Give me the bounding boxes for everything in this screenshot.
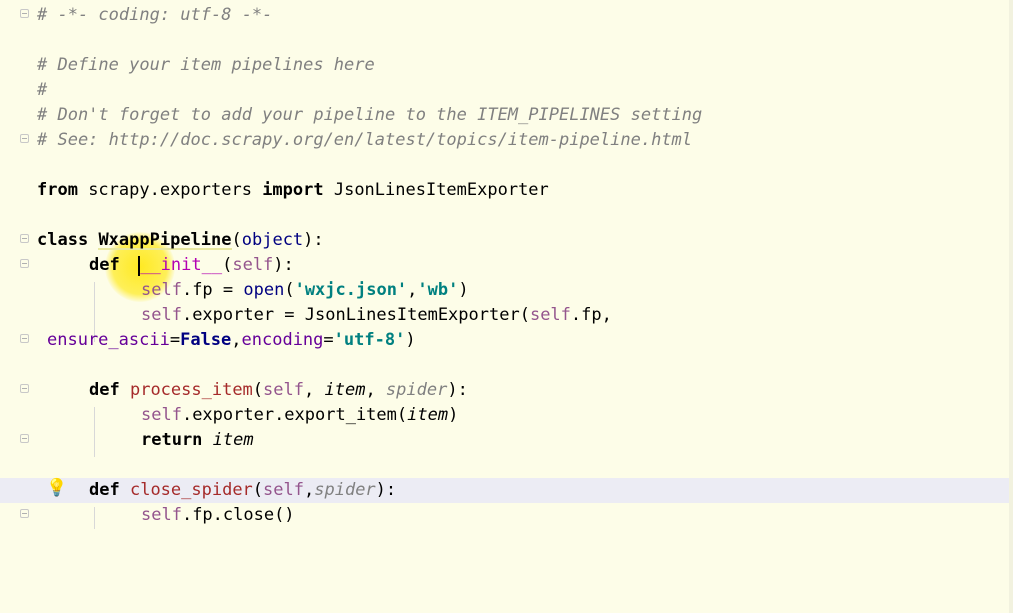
class-name: WxappPipeline — [98, 230, 232, 250]
code-line-1[interactable]: # -*- coding: utf-8 -*- — [0, 3, 1009, 28]
paren: ( — [252, 380, 264, 400]
paren: ): — [273, 255, 294, 275]
comment-line: # Define your item pipelines here — [37, 55, 375, 75]
code-line-4[interactable]: # — [0, 78, 1009, 103]
paren: ) — [458, 280, 469, 300]
keyword-return: return — [141, 430, 203, 450]
comma: , — [304, 480, 315, 500]
paren: ( — [252, 480, 264, 500]
code-line-11[interactable]: def __init__(self): — [0, 253, 1009, 278]
code-line-21[interactable]: self.fp.close() — [0, 503, 1009, 528]
paren: ) — [448, 405, 459, 425]
statement: return item — [141, 428, 254, 453]
code-editor[interactable]: # -*- coding: utf-8 -*- # Define your it… — [0, 0, 1013, 613]
attr-ref: .fp, — [570, 305, 612, 325]
paren: ): — [447, 380, 468, 400]
self-ref: self — [141, 505, 182, 525]
class-definition: class WxappPipeline(object): — [37, 228, 324, 253]
equals: = — [169, 330, 181, 350]
paren: ) — [405, 330, 416, 350]
module-name: scrapy.exporters — [77, 180, 263, 200]
paren: ( — [222, 255, 233, 275]
comma: , — [407, 280, 418, 300]
param-spider: spider — [385, 380, 448, 400]
method-name: __init__ — [140, 255, 223, 275]
code-line-18[interactable]: return item — [0, 428, 1009, 453]
statement: ensure_ascii=False,encoding='utf-8') — [47, 328, 416, 353]
kwarg-name: encoding — [241, 330, 324, 350]
kwarg-name: ensure_ascii — [47, 330, 170, 350]
param-item: item — [324, 380, 366, 400]
string-literal: 'utf-8' — [333, 330, 406, 350]
string-literal: 'wxjc.json' — [294, 280, 408, 300]
keyword-def: def — [89, 255, 120, 275]
code-line-17[interactable]: self.exporter.export_item(item) — [0, 403, 1009, 428]
statement: self.exporter = JsonLinesItemExporter(se… — [141, 303, 612, 328]
assign: .exporter = JsonLinesItemExporter( — [181, 305, 530, 325]
code-line-10[interactable]: class WxappPipeline(object): — [0, 228, 1009, 253]
statement: self.fp = open('wxjc.json','wb') — [141, 278, 469, 303]
equals: = — [323, 330, 334, 350]
keyword-import: import — [262, 180, 324, 200]
string-literal: 'wb' — [417, 280, 459, 300]
code-line-6[interactable]: # See: http://doc.scrapy.org/en/latest/t… — [0, 128, 1009, 153]
builtin-open: open — [243, 280, 285, 300]
code-line-14[interactable]: ensure_ascii=False,encoding='utf-8') — [0, 328, 1009, 353]
bool-literal: False — [180, 330, 232, 350]
param-spider: spider — [314, 480, 376, 500]
self-ref: self — [529, 305, 571, 325]
code-line-16[interactable]: def process_item(self, item, spider): — [0, 378, 1009, 403]
method-definition: def close_spider(self,spider): — [89, 478, 396, 503]
keyword-class: class — [37, 230, 89, 250]
param-item: item — [407, 405, 449, 425]
method-name: process_item — [129, 380, 253, 400]
self-param: self — [232, 255, 274, 275]
self-param: self — [263, 480, 304, 500]
code-line-5[interactable]: # Don't forget to add your pipeline to t… — [0, 103, 1009, 128]
comment-line: # Don't forget to add your pipeline to t… — [37, 105, 703, 125]
coding-comment: # -*- coding: utf-8 -*- — [37, 5, 273, 25]
self-ref: self — [141, 405, 182, 425]
comma: , — [365, 380, 386, 400]
statement: self.exporter.export_item(item) — [141, 403, 458, 428]
keyword-from: from — [37, 180, 78, 200]
method-definition: def process_item(self, item, spider): — [89, 378, 468, 403]
code-line-13[interactable]: self.exporter = JsonLinesItemExporter(se… — [0, 303, 1009, 328]
code-line-8[interactable]: from scrapy.exporters import JsonLinesIt… — [0, 178, 1009, 203]
comma: , — [304, 380, 325, 400]
comment-line: # — [37, 80, 48, 100]
code-line-3[interactable]: # Define your item pipelines here — [0, 53, 1009, 78]
method-call: .fp.close() — [181, 505, 295, 525]
code-line-20[interactable]: def close_spider(self,spider): — [0, 478, 1009, 503]
statement: self.fp.close() — [141, 503, 295, 528]
method-name: close_spider — [129, 480, 253, 500]
self-ref: self — [141, 305, 182, 325]
comment-line: # See: http://doc.scrapy.org/en/latest/t… — [37, 130, 693, 150]
self-ref: self — [141, 280, 182, 300]
imported-name: JsonLinesItemExporter — [323, 180, 549, 200]
paren: ( — [284, 280, 295, 300]
text-caret — [138, 256, 140, 276]
paren: ): — [303, 230, 324, 250]
method-call: .exporter.export_item( — [181, 405, 408, 425]
method-definition: def __init__(self): — [89, 253, 294, 278]
base-class: object — [241, 230, 304, 250]
self-param: self — [263, 380, 304, 400]
paren: ( — [231, 230, 242, 250]
keyword-def: def — [89, 380, 120, 400]
comma: , — [231, 330, 242, 350]
import-statement: from scrapy.exporters import JsonLinesIt… — [37, 178, 549, 203]
editor-scroll-edge[interactable] — [1009, 0, 1013, 613]
paren: ): — [375, 480, 397, 500]
code-line-12[interactable]: self.fp = open('wxjc.json','wb') — [0, 278, 1009, 303]
keyword-def: def — [89, 480, 120, 500]
assign: .fp = — [181, 280, 244, 300]
param-item: item — [212, 430, 254, 450]
